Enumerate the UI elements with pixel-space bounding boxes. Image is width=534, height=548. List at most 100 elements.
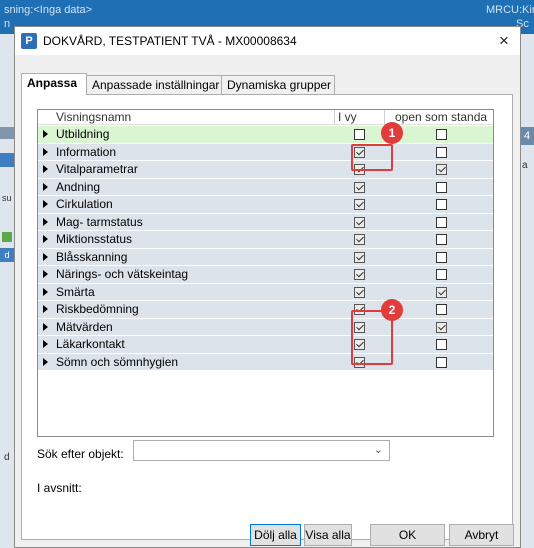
expand-arrow-icon[interactable] xyxy=(43,357,48,366)
list-item-label: Närings- och vätskeintag xyxy=(56,267,189,281)
background-header-unit: MRCU:Kirurg- xyxy=(486,4,534,16)
list-item-label: Läkarkontakt xyxy=(56,337,125,351)
expand-arrow-icon[interactable] xyxy=(43,130,48,138)
tab-dynamiska-grupper[interactable]: Dynamiska grupper xyxy=(221,75,335,94)
close-button[interactable]: × xyxy=(493,30,515,52)
list-item-label: Andning xyxy=(56,179,101,194)
open-default-checkbox[interactable] xyxy=(436,304,447,315)
open-default-checkbox[interactable] xyxy=(436,234,447,245)
chevron-down-icon[interactable]: ⌄ xyxy=(374,443,383,456)
annotation-badge-1: 1 xyxy=(381,122,403,144)
open-default-checkbox[interactable] xyxy=(436,129,447,140)
app-logo-icon: P xyxy=(21,33,37,49)
open-default-checkbox[interactable] xyxy=(436,269,447,280)
list-item-label: Cirkulation xyxy=(56,197,113,211)
list-item-label: Utbildning xyxy=(56,127,110,141)
column-header-open-default[interactable]: open som standa xyxy=(384,110,493,125)
list-item[interactable]: Riskbedömning xyxy=(38,301,493,319)
list-item[interactable]: Läkarkontakt xyxy=(38,336,493,354)
list-header: Visningsnamn I vy open som standa xyxy=(38,110,493,125)
background-left-panel xyxy=(0,34,14,548)
expand-arrow-icon[interactable] xyxy=(43,252,48,261)
expand-arrow-icon[interactable] xyxy=(43,287,48,296)
open-default-checkbox[interactable] xyxy=(436,216,447,228)
expand-arrow-icon[interactable] xyxy=(43,200,48,208)
open-default-checkbox[interactable] xyxy=(436,181,447,193)
cancel-button[interactable]: Avbryt xyxy=(449,524,514,546)
open-default-checkbox[interactable] xyxy=(436,199,447,210)
expand-arrow-icon[interactable] xyxy=(43,182,48,191)
list-item-label: Vitalparametrar xyxy=(56,162,138,176)
expand-arrow-icon[interactable] xyxy=(43,322,48,331)
list-item-label: Smärta xyxy=(56,284,95,299)
list-item[interactable]: Blåsskanning xyxy=(38,248,493,266)
list-item[interactable]: Mag- tarmstatus xyxy=(38,213,493,231)
open-default-checkbox[interactable] xyxy=(436,286,447,298)
expand-arrow-icon[interactable] xyxy=(43,165,48,173)
background-left-marker xyxy=(0,153,14,167)
background-right-tab[interactable]: 4 xyxy=(520,127,534,145)
background-left-green-icon xyxy=(2,232,12,242)
expand-arrow-icon[interactable] xyxy=(43,235,48,243)
in-view-checkbox[interactable] xyxy=(354,181,365,193)
background-left-text-2: d xyxy=(4,452,10,463)
list-item[interactable]: Miktionsstatus xyxy=(38,231,493,249)
background-header-text: sning:<Inga data> xyxy=(4,4,93,16)
in-view-checkbox[interactable] xyxy=(354,251,365,263)
list-item[interactable]: Närings- och vätskeintag xyxy=(38,266,493,284)
search-combobox[interactable]: ⌄ xyxy=(133,440,390,461)
in-view-checkbox[interactable] xyxy=(354,234,365,245)
list-item[interactable]: Smärta xyxy=(38,283,493,301)
tab-panel-anpassa: Visningsnamn I vy open som standa Utbild… xyxy=(21,94,513,540)
list-item-label: Sömn och sömnhygien xyxy=(56,354,179,369)
tab-anpassa[interactable]: Anpassa xyxy=(21,73,87,95)
view-list[interactable]: Visningsnamn I vy open som standa Utbild… xyxy=(37,109,494,437)
open-default-checkbox[interactable] xyxy=(436,356,447,368)
background-left-bar xyxy=(0,127,14,139)
expand-arrow-icon[interactable] xyxy=(43,217,48,226)
list-item-label: Information xyxy=(56,144,117,159)
list-item[interactable]: Information xyxy=(38,143,493,161)
background-right-text: a xyxy=(522,160,528,171)
expand-arrow-icon[interactable] xyxy=(43,147,48,156)
list-item[interactable]: Vitalparametrar xyxy=(38,161,493,179)
list-item-label: Riskbedömning xyxy=(56,302,139,316)
open-default-checkbox[interactable] xyxy=(436,164,447,175)
open-default-checkbox[interactable] xyxy=(436,339,447,350)
in-view-checkbox[interactable] xyxy=(354,199,365,210)
in-view-checkbox[interactable] xyxy=(354,216,365,228)
list-item-label: Miktionsstatus xyxy=(56,232,133,246)
background-left-marker-2: d xyxy=(0,248,14,262)
open-default-checkbox[interactable] xyxy=(436,251,447,263)
in-view-checkbox[interactable] xyxy=(354,269,365,280)
ok-button[interactable]: OK xyxy=(370,524,445,546)
tab-anpassade-installningar[interactable]: Anpassade inställningar xyxy=(86,75,222,94)
hide-all-button[interactable]: Dölj alla xyxy=(250,524,301,546)
background-left-text: su xyxy=(2,193,12,203)
annotation-highlight-1 xyxy=(351,144,393,171)
column-header-in-view[interactable]: I vy xyxy=(334,110,384,125)
expand-arrow-icon[interactable] xyxy=(43,305,48,313)
in-view-checkbox[interactable] xyxy=(354,286,365,298)
open-default-checkbox[interactable] xyxy=(436,146,447,158)
list-item-label: Blåsskanning xyxy=(56,249,128,264)
background-header-text-2: n xyxy=(4,18,11,30)
annotation-badge-2: 2 xyxy=(381,299,403,321)
list-item[interactable]: Cirkulation xyxy=(38,196,493,214)
list-item[interactable]: Utbildning xyxy=(38,126,493,144)
in-view-checkbox[interactable] xyxy=(354,129,365,140)
list-item-label: Mätvärden xyxy=(56,319,113,334)
list-item[interactable]: Mätvärden xyxy=(38,318,493,336)
column-header-name[interactable]: Visningsnamn xyxy=(56,110,326,125)
list-item[interactable]: Andning xyxy=(38,178,493,196)
expand-arrow-icon[interactable] xyxy=(43,340,48,348)
expand-arrow-icon[interactable] xyxy=(43,270,48,278)
dialog-titlebar: P DOKVÅRD, TESTPATIENT TVÅ - MX00008634 … xyxy=(15,27,520,55)
show-all-button[interactable]: Visa alla xyxy=(304,524,352,546)
search-label: Sök efter objekt: xyxy=(37,447,124,461)
open-default-checkbox[interactable] xyxy=(436,321,447,333)
dialog-title: DOKVÅRD, TESTPATIENT TVÅ - MX00008634 xyxy=(43,34,297,48)
background-right-panel xyxy=(520,34,534,548)
section-label: I avsnitt: xyxy=(37,481,82,495)
list-item[interactable]: Sömn och sömnhygien xyxy=(38,353,493,371)
